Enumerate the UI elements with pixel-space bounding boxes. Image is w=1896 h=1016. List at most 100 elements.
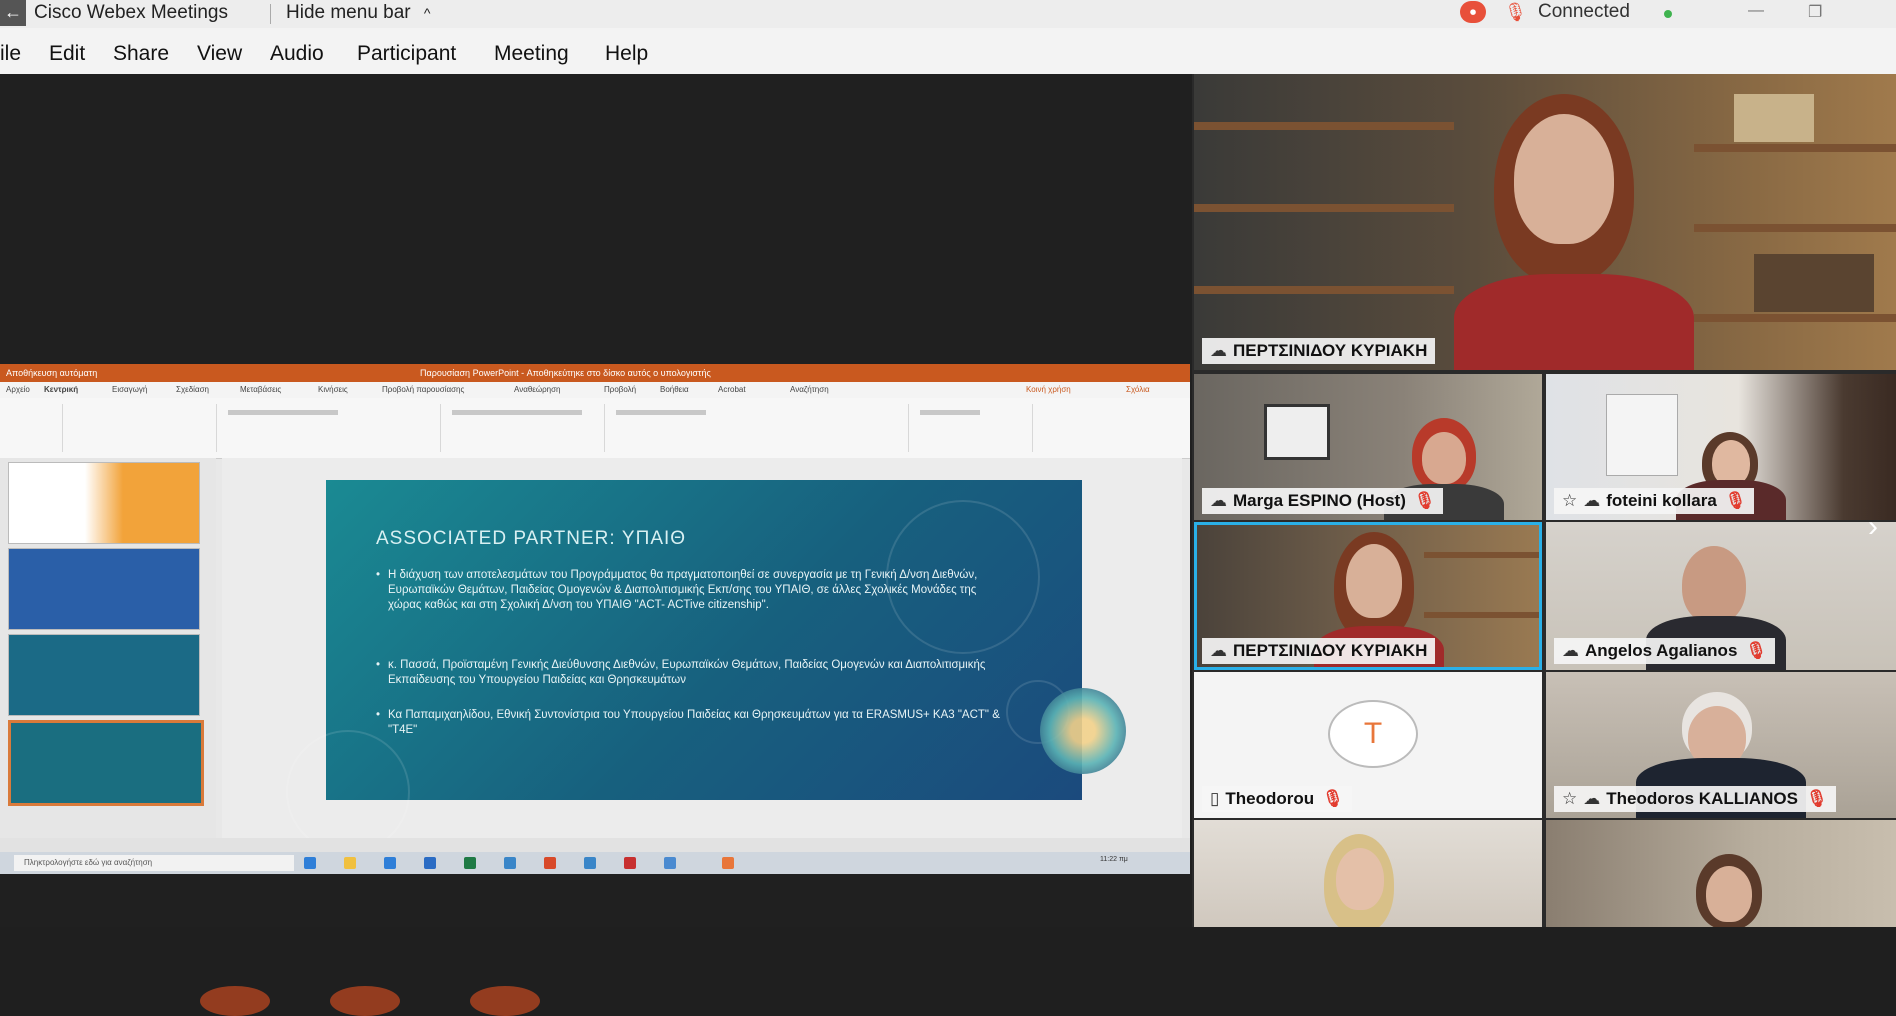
ppt-ribbon [0, 398, 1190, 459]
participant-face [1422, 432, 1466, 484]
menu-share[interactable]: Share [113, 42, 169, 66]
ppt-tab[interactable]: Αναθεώρηση [514, 385, 560, 394]
edge-icon[interactable] [384, 857, 396, 869]
ppt-title-bar: Αποθήκευση αυτόματη Παρουσίαση PowerPoin… [0, 364, 1190, 382]
menu-meeting[interactable]: Meeting [494, 42, 569, 66]
video-tile[interactable]: ☁Angelos Agalianos🎙 › [1546, 522, 1896, 670]
phone-icon: ▯ [1210, 789, 1220, 808]
app-title: Cisco Webex Meetings [34, 2, 228, 23]
microphone-muted-icon[interactable]: 🎙 [1504, 2, 1527, 23]
muted-microphone-icon: 🎙 [1413, 491, 1436, 510]
restore-button[interactable]: ❐ [1808, 2, 1822, 22]
menu-help[interactable]: Help [605, 42, 648, 66]
slide-thumbnail-selected[interactable] [8, 720, 204, 806]
muted-microphone-icon: 🎙 [1805, 789, 1828, 808]
photos-icon[interactable] [664, 857, 676, 869]
connection-icon: ☁ [1562, 641, 1579, 660]
hide-menu-bar-button[interactable]: Hide menu bar ^ [286, 2, 430, 24]
participant-body [1454, 274, 1694, 370]
menu-edit[interactable]: Edit [49, 42, 85, 66]
bookshelf [1424, 552, 1542, 558]
menu-view[interactable]: View [197, 42, 242, 66]
connection-icon: ☁ [1210, 491, 1227, 510]
video-tile[interactable]: ☁ Marga ESPINO (Host) 🎙 [1194, 374, 1542, 520]
video-tile[interactable]: T ▯ Theodorou 🎙 [1194, 672, 1542, 818]
menu-participant[interactable]: Participant [357, 42, 456, 66]
ppt-tab[interactable]: Αρχείο [6, 385, 30, 394]
ppt-ribbon-tabs: Αρχείο Κεντρική Εισαγωγή Σχεδίαση Μεταβά… [0, 382, 1190, 398]
decoration [330, 986, 400, 1016]
slide-bullet: κ. Πασσά, Προϊσταμένη Γενικής Διεύθυνσης… [376, 658, 1008, 688]
slide-thumbnail[interactable] [8, 634, 200, 716]
connection-icon: ☁ [1583, 491, 1601, 510]
acrobat-icon[interactable] [624, 857, 636, 869]
minimize-button[interactable]: — [1748, 2, 1764, 20]
participant-name-tag: ☁ ΠΕΡΤΣΙΝΙΔΟΥ ΚΥΡΙΑΚΗ [1202, 638, 1436, 664]
participant-name: Theodoros KALLIANOS [1606, 789, 1798, 808]
recording-icon[interactable]: ⏺ [1460, 1, 1486, 23]
ppt-tab[interactable]: Προβολή [604, 385, 636, 394]
excel-icon[interactable] [464, 857, 476, 869]
participant-name: ΠΕΡΤΣΙΝΙΔΟΥ ΚΥΡΙΑΚΗ [1233, 641, 1428, 660]
video-tile[interactable] [1194, 820, 1542, 927]
ppt-tab[interactable]: Κεντρική [44, 385, 78, 394]
ppt-tab[interactable]: Προβολή παρουσίασης [382, 385, 464, 394]
shared-powerpoint-window: Αποθήκευση αυτόματη Παρουσίαση PowerPoin… [0, 364, 1190, 874]
books [1734, 94, 1814, 142]
connection-icon: ☁ [1210, 641, 1227, 660]
ppt-tab[interactable]: Σχόλια [1126, 385, 1150, 394]
ppt-tab[interactable]: Μεταβάσεις [240, 385, 281, 394]
ppt-tab[interactable]: Σχεδίαση [176, 385, 209, 394]
bookshelf [1424, 612, 1542, 618]
title-bar: ← Cisco Webex Meetings Hide menu bar ^ ⏺… [0, 0, 1896, 28]
slide-thumbnail[interactable] [8, 548, 200, 630]
powerpoint-icon[interactable] [544, 857, 556, 869]
participants-video-panel: ☁ ΠΕΡΤΣΙΝΙΔΟΥ ΚΥΡΙΑΚΗ ☁ Marga ESPINO (Host… [1192, 74, 1896, 927]
menu-file[interactable]: ile [0, 42, 21, 66]
ppt-tab[interactable]: Κινήσεις [318, 385, 348, 394]
video-tile[interactable] [1546, 820, 1896, 927]
decoration [470, 986, 540, 1016]
ppt-tab[interactable]: Acrobat [718, 385, 746, 394]
picture-frame [1264, 404, 1330, 460]
taskbar-search[interactable]: Πληκτρολογήστε εδώ για αναζήτηση [14, 855, 294, 871]
video-tile-active-speaker[interactable]: ☁ ΠΕΡΤΣΙΝΙΔΟΥ ΚΥΡΙΑΚΗ [1194, 74, 1896, 370]
connection-status: Connected [1538, 1, 1630, 22]
next-page-icon[interactable]: › [1868, 510, 1878, 544]
file-explorer-icon[interactable] [344, 857, 356, 869]
participant-face [1682, 546, 1746, 624]
decoration [200, 986, 270, 1016]
ppt-tab[interactable]: Αναζήτηση [790, 385, 829, 394]
paragraph-controls [452, 410, 582, 415]
chrome-icon[interactable] [504, 857, 516, 869]
ppt-tab[interactable]: Εισαγωγή [112, 385, 147, 394]
bookshelf [1694, 314, 1896, 322]
bookshelf [1694, 144, 1896, 152]
menu-audio[interactable]: Audio [270, 42, 324, 66]
participant-name: Angelos Agalianos [1585, 641, 1738, 660]
webex-icon[interactable] [722, 857, 734, 869]
ppt-tab[interactable]: Βοήθεια [660, 385, 689, 394]
video-tile[interactable]: ☆ ☁ Theodoros KALLIANOS 🎙 [1546, 672, 1896, 818]
participant-name: ΠΕΡΤΣΙΝΙΔΟΥ ΚΥΡΙΑΚΗ [1233, 341, 1428, 360]
back-icon[interactable]: ← [0, 0, 26, 26]
bookshelf [1694, 224, 1896, 232]
shapes-gallery [616, 410, 706, 415]
participant-name-tag: ☆ ☁ foteini kollara 🎙 [1554, 488, 1755, 514]
participant-name-tag: ☁ Angelos Agalianos 🎙 [1554, 638, 1775, 664]
chevron-up-icon: ^ [423, 5, 431, 21]
video-tile[interactable]: ☁ ΠΕΡΤΣΙΝΙΔΟΥ ΚΥΡΙΑΚΗ [1194, 522, 1542, 670]
current-slide: ASSOCIATED PARTNER: ΥΠΑΙΘ Η διάχυση των … [286, 480, 1082, 854]
app-icon[interactable] [584, 857, 596, 869]
word-icon[interactable] [424, 857, 436, 869]
participant-name-tag: ☆ ☁ Theodoros KALLIANOS 🎙 [1554, 786, 1836, 812]
video-tile[interactable]: ☆ ☁ foteini kollara 🎙 [1546, 374, 1896, 520]
muted-microphone-icon: 🎙 [1724, 491, 1747, 510]
slide-thumbnails [0, 458, 216, 838]
ribbon-group [66, 404, 217, 452]
slide-thumbnail[interactable] [8, 462, 200, 544]
participant-face [1514, 114, 1614, 244]
task-view-icon[interactable] [304, 857, 316, 869]
ppt-tab[interactable]: Κοινή χρήση [1026, 385, 1071, 394]
windows-taskbar: Πληκτρολογήστε εδώ για αναζήτηση 11:22 π… [0, 852, 1190, 874]
